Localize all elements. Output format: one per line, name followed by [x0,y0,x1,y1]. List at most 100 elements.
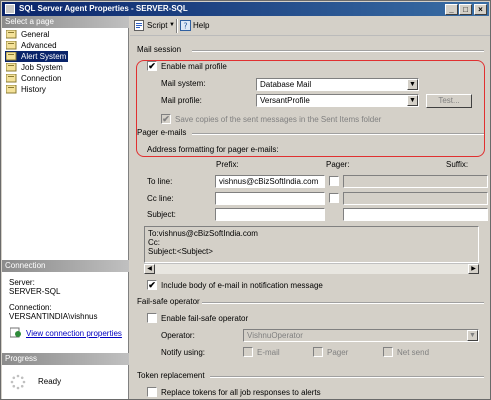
help-button[interactable]: ? Help [180,19,210,33]
preview-scrollbar[interactable]: ◀ ▶ [144,263,479,274]
help-icon: ? [180,20,191,31]
close-button[interactable]: × [474,4,487,15]
operator-select[interactable]: VishnuOperator ▼ [243,329,479,342]
script-label: Script [147,21,168,30]
window-title: SQL Server Agent Properties - SERVER-SQL [19,4,188,13]
view-connection-properties-link[interactable]: View connection properties [26,329,122,338]
script-icon [134,20,144,31]
fail-safe-header: Fail-safe operator [137,297,200,306]
page-advanced[interactable]: Advanced [5,40,59,51]
include-body-checkbox[interactable]: ✔ [147,280,157,290]
server-value: SERVER-SQL [9,287,61,296]
mail-profile-label: Mail profile: [161,96,202,105]
operator-label: Operator: [161,331,195,340]
chevron-down-icon: ▼ [407,95,418,106]
page-label: Alert System [21,52,67,61]
enable-fail-safe-checkbox[interactable] [147,313,157,323]
page-icon [6,74,17,83]
title-bar[interactable]: SQL Server Agent Properties - SERVER-SQL… [2,2,489,16]
to-prefix-input[interactable]: vishnus@cBizSoftIndia.com [215,175,325,188]
scroll-left-icon[interactable]: ◀ [144,264,155,274]
page-icon [6,63,17,72]
cc-prefix-input[interactable] [215,192,325,205]
subject-prefix-input[interactable] [215,208,325,221]
page-alert-system[interactable]: Alert System [5,51,69,62]
subject-label: Subject: [147,210,176,219]
cc-line-label: Cc line: [147,194,174,203]
mail-session-separator [192,50,484,52]
notify-pager-checkbox[interactable] [313,347,323,357]
progress-status: Ready [38,377,62,386]
test-button[interactable]: Test... [426,94,472,108]
operator-value: VishnuOperator [247,331,303,340]
mail-profile-value: VersantProfile [260,96,310,105]
notify-net-send-checkbox[interactable] [383,347,393,357]
mail-system-select[interactable]: Database Mail ▼ [256,78,419,91]
enable-fail-safe-label: Enable fail-safe operator [161,314,249,323]
subject-suffix-input[interactable] [343,208,488,221]
enable-mail-profile-checkbox[interactable]: ✔ [147,61,157,71]
enable-mail-profile-label: Enable mail profile [161,62,227,71]
page-icon [6,52,17,61]
notify-pager-label: Pager [327,348,349,357]
chevron-down-icon: ▼ [407,79,418,90]
page-label: Connection [21,74,62,83]
properties-window: SQL Server Agent Properties - SERVER-SQL… [0,0,491,400]
svg-text:?: ? [183,22,187,31]
highlight-box [136,60,485,157]
left-pane: Select a page General Advanced Alert Sys… [2,16,129,399]
include-body-label: Include body of e-mail in notification m… [161,281,323,290]
pager-emails-header: Pager e-mails [137,128,187,137]
pager-preview: To:vishnus@cBizSoftIndia.com Cc: Subject… [144,226,479,263]
notify-email-checkbox[interactable] [243,347,253,357]
connection-header: Connection [2,260,129,272]
page-label: Job System [21,63,63,72]
toolbar: Script ▼ ? Help [130,16,490,36]
maximize-button[interactable]: □ [459,4,472,15]
connection-value: VERSANTINDIA\vishnus [9,312,98,321]
mail-session-header: Mail session [137,45,182,54]
notify-net-send-label: Net send [397,348,430,357]
token-replacement-separator [210,376,484,378]
suffix-column-header: Suffix: [446,160,469,169]
to-pager-checkbox[interactable] [329,176,339,186]
cc-pager-checkbox[interactable] [329,193,339,203]
progress-spinner-icon [10,374,26,390]
page-icon [6,41,17,50]
server-label: Server: [9,278,35,287]
prefix-column-header: Prefix: [216,160,239,169]
fail-safe-separator [202,302,484,304]
page-icon [6,30,17,39]
to-line-label: To line: [147,177,173,186]
replace-tokens-checkbox[interactable] [147,387,157,397]
page-label: Advanced [21,41,57,50]
token-replacement-header: Token replacement [137,371,205,380]
notify-using-label: Notify using: [161,348,206,357]
page-job-system[interactable]: Job System [5,62,65,73]
scroll-right-icon[interactable]: ▶ [468,264,479,274]
alert-system-content: Mail session ✔ Enable mail profile Mail … [130,37,490,399]
minimize-button[interactable]: _ [445,4,458,15]
page-label: History [21,85,46,94]
save-copies-checkbox[interactable]: ✔ [161,114,171,124]
cc-suffix-input[interactable] [343,192,488,205]
help-label: Help [193,21,210,30]
select-page-header: Select a page [2,16,129,28]
replace-tokens-label: Replace tokens for all job responses to … [161,388,321,397]
to-suffix-input[interactable] [343,175,488,188]
pager-emails-separator [192,133,484,135]
page-history[interactable]: History [5,84,48,95]
page-icon [6,85,17,94]
mail-profile-select[interactable]: VersantProfile ▼ [256,94,419,107]
connection-label: Connection: [9,303,52,312]
progress-header: Progress [2,353,129,365]
notify-email-label: E-mail [257,348,280,357]
address-formatting-label: Address formatting for pager e-mails: [147,145,279,154]
mail-system-label: Mail system: [161,79,206,88]
page-connection[interactable]: Connection [5,73,63,84]
chevron-down-icon: ▼ [467,330,478,341]
page-general[interactable]: General [5,29,51,40]
script-button[interactable]: Script ▼ [134,19,175,33]
page-label: General [21,30,50,39]
toolbar-separator [176,19,178,33]
